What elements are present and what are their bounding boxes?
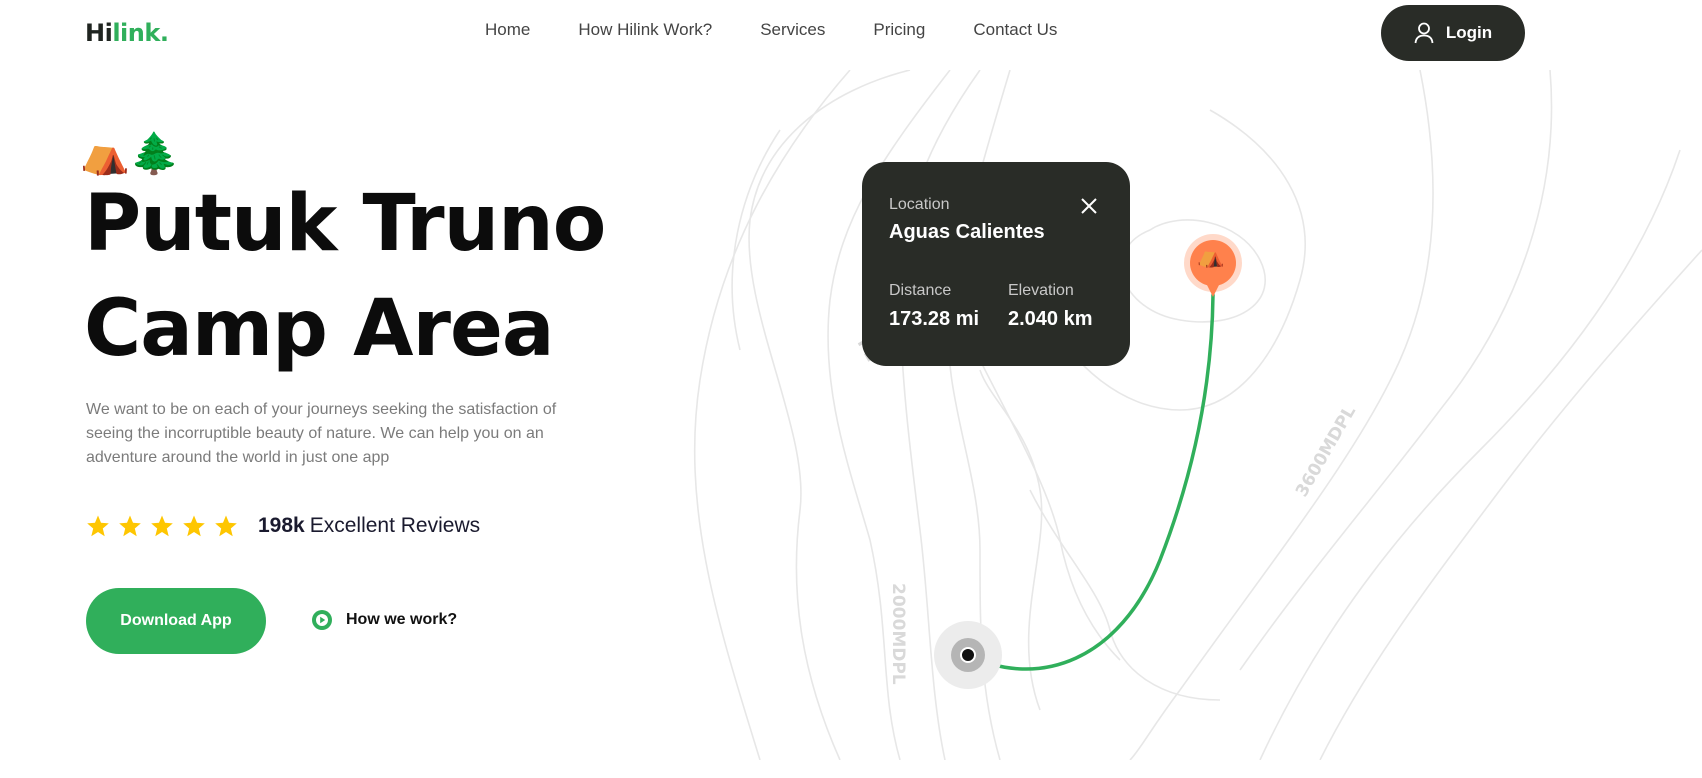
- location-value: Aguas Calientes: [889, 221, 1045, 243]
- location-card: Location Aguas Calientes Distance 173.28…: [862, 162, 1130, 366]
- nav-link-services[interactable]: Services: [760, 20, 825, 40]
- play-icon: [312, 610, 332, 630]
- how-we-work-link[interactable]: How we work?: [312, 610, 457, 630]
- location-label: Location: [889, 196, 950, 213]
- nav-link-contact-us[interactable]: Contact Us: [973, 20, 1057, 40]
- review-count: 198k: [258, 514, 305, 537]
- star-rating: [86, 514, 238, 538]
- distance-label: Distance: [889, 282, 952, 299]
- distance-value: 173.28 mi: [889, 308, 980, 330]
- navbar: Hilink. Home How Hilink Work? Services P…: [0, 0, 1702, 70]
- nav-link-how-hilink-work[interactable]: How Hilink Work?: [578, 20, 712, 40]
- logo[interactable]: Hilink.: [85, 19, 169, 47]
- rating: 198k Excellent Reviews: [86, 514, 480, 538]
- login-button[interactable]: Login: [1381, 5, 1525, 61]
- star-icon: [87, 515, 109, 537]
- title-line-1: Putuk Truno: [84, 179, 606, 269]
- star-icon: [119, 515, 141, 537]
- nav-link-home[interactable]: Home: [485, 20, 530, 40]
- camp-pin-icon: ⛺: [1197, 243, 1225, 268]
- page-title: Putuk Truno Camp Area: [84, 172, 606, 382]
- contour-label-2000: 2000MDPL: [888, 583, 908, 685]
- title-line-2: Camp Area: [84, 284, 555, 374]
- nav-menu: Home How Hilink Work? Services Pricing C…: [485, 20, 1057, 40]
- star-icon: [151, 515, 173, 537]
- download-app-button[interactable]: Download App: [86, 588, 266, 654]
- elevation-label: Elevation: [1008, 282, 1074, 299]
- start-marker[interactable]: [933, 620, 1003, 690]
- topographic-map: 3600MDPL 2000MDPL PL: [693, 70, 1702, 760]
- logo-link: link.: [112, 19, 169, 47]
- close-icon[interactable]: [1080, 197, 1098, 215]
- star-icon: [215, 515, 237, 537]
- how-we-work-label: How we work?: [346, 611, 458, 628]
- nav-link-pricing[interactable]: Pricing: [873, 20, 925, 40]
- elevation-value: 2.040 km: [1008, 308, 1093, 330]
- logo-hi: Hi: [85, 19, 113, 47]
- user-icon: [1414, 22, 1434, 44]
- star-icon: [183, 515, 205, 537]
- hero-description: We want to be on each of your journeys s…: [86, 401, 557, 466]
- login-label: Login: [1445, 23, 1493, 42]
- review-label: Excellent Reviews: [309, 514, 481, 537]
- camp-icon: ⛺🌲: [80, 132, 180, 176]
